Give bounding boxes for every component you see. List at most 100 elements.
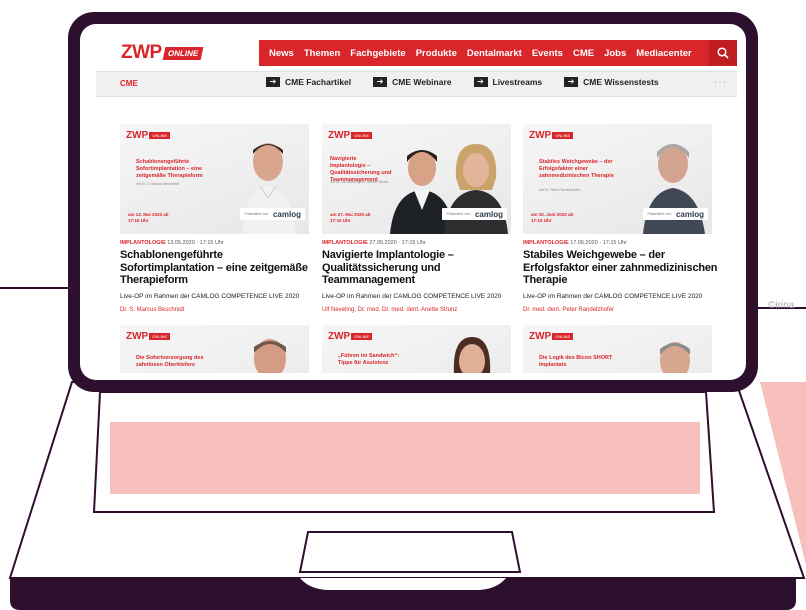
- nav-produkte[interactable]: Produkte: [416, 48, 457, 59]
- card-thumbnail[interactable]: ZWP ONLINE Die Sofortversorgung des zahn…: [120, 325, 309, 373]
- speaker-photo: [453, 337, 491, 373]
- card-category: IMPLANTOLOGIE 17.06.2020 · 17:15 Uhr: [523, 240, 627, 246]
- thumb-logo: ZWP ONLINE: [126, 130, 171, 141]
- card-author[interactable]: Ulf Neveling, Dr. med. Dr. med. dent. An…: [322, 307, 457, 313]
- speaker-photo: [254, 339, 286, 373]
- zwp-logo[interactable]: ZWP ONLINE: [121, 42, 204, 63]
- event-card[interactable]: ZWP ONLINE Die Sofortversorgung des zahn…: [120, 325, 309, 373]
- camlog-logo: camlog: [272, 209, 301, 219]
- card-thumbnail[interactable]: ZWP ONLINE „Führen im Sandwich“: Tipps f…: [322, 325, 511, 373]
- subnav-section-label: CME: [120, 79, 138, 88]
- subnav-cme-fachartikel[interactable]: ➔ CME Fachartikel: [266, 77, 351, 87]
- card-description: Live-OP im Rahmen der CAMLOG COMPETENCE …: [120, 293, 300, 300]
- main-nav: News Themen Fachgebiete Produkte Dentalm…: [259, 40, 737, 66]
- thumb-title: Die Sofortversorgung des zahnlosen Oberk…: [136, 355, 204, 368]
- sponsor-label: Präsentiert von:: [647, 212, 672, 216]
- search-button[interactable]: [709, 40, 737, 66]
- card-description: Live-OP im Rahmen der CAMLOG COMPETENCE …: [322, 293, 502, 300]
- subnav-link-label: CME Wissenstests: [583, 77, 659, 87]
- thumb-date: am 13. Mai 2020 ab 17:15 Uhr: [128, 212, 169, 223]
- card-thumbnail[interactable]: ZWP ONLINE Navigierte Implantologie – Qu…: [322, 124, 511, 234]
- sponsor-badge: Präsentiert von: camlog: [643, 208, 708, 220]
- thumb-subtitle: mit Dr. S. Marcus Beschnidt: [136, 182, 180, 186]
- keyboard-area: [110, 422, 700, 494]
- thumb-logo-badge: ONLINE: [552, 333, 574, 340]
- thumb-logo: ZWP ONLINE: [529, 130, 574, 141]
- base-notch: [300, 578, 506, 590]
- event-card[interactable]: ZWP ONLINE Schablonengeführte Sofortimpl…: [120, 124, 309, 314]
- more-dots-icon[interactable]: ···: [714, 77, 727, 88]
- thumb-title: „Führen im Sandwich“: Tipps für Assisten…: [338, 353, 400, 366]
- nav-mediacenter[interactable]: Mediacenter: [636, 48, 691, 59]
- card-title[interactable]: Stabiles Weichgewebe – der Erfolgsfaktor…: [523, 249, 718, 287]
- card-author[interactable]: Dr. S. Marcus Beschnidt: [120, 307, 184, 313]
- event-card[interactable]: ZWP ONLINE Die Logik des Bicon SHORT Imp…: [523, 325, 712, 373]
- arrow-right-icon: ➔: [564, 77, 579, 87]
- arrow-right-icon: ➔: [266, 77, 280, 87]
- card-title[interactable]: Schablonengeführte Sofortimplantation – …: [120, 249, 315, 287]
- event-card[interactable]: ZWP ONLINE Stabiles Weichgewebe – der Er…: [523, 124, 718, 314]
- thumb-logo-badge: ONLINE: [552, 132, 574, 139]
- thumb-logo-text: ZWP: [529, 130, 552, 141]
- thumb-logo-text: ZWP: [328, 130, 351, 141]
- subnav-links: ➔ CME Fachartikel ➔ CME Webinare ➔ Lives…: [266, 77, 681, 87]
- card-author[interactable]: Dr. med. dent. Peter Randelzhofer: [523, 307, 614, 313]
- thumb-subtitle: mit Dr. Peter Randelzhofer: [539, 188, 581, 192]
- arrow-right-icon: ➔: [473, 77, 488, 87]
- subnav-link-label: CME Fachartikel: [285, 77, 352, 87]
- logo-text: ZWP: [121, 42, 162, 63]
- thumb-logo: ZWP ONLINE: [328, 331, 373, 342]
- subnav-link-label: Livestreams: [492, 77, 543, 87]
- subnav-cme-webinare[interactable]: ➔ CME Webinare: [373, 77, 452, 87]
- category-label: IMPLANTOLOGIE: [120, 240, 166, 246]
- nav-dentalmarkt[interactable]: Dentalmarkt: [467, 48, 522, 59]
- subnav-cme-wissenstests[interactable]: ➔ CME Wissenstests: [564, 77, 659, 87]
- site-header: ZWP ONLINE News Themen Fachgebiete Produ…: [96, 38, 737, 68]
- logo-badge: ONLINE: [162, 46, 204, 60]
- thumb-logo-text: ZWP: [328, 331, 351, 342]
- thumb-title: Die Logik des Bicon SHORT Implantats: [539, 355, 613, 368]
- nav-themen[interactable]: Themen: [304, 48, 340, 59]
- arrow-right-icon: ➔: [373, 77, 388, 87]
- thumb-title: Schablonengeführte Sofortimplantation – …: [136, 159, 203, 179]
- sponsor-badge: Präsentiert von: camlog: [240, 208, 305, 220]
- nav-news[interactable]: News: [269, 48, 294, 59]
- thumb-logo: ZWP ONLINE: [126, 331, 171, 342]
- thumb-logo: ZWP ONLINE: [328, 130, 373, 141]
- card-category: IMPLANTOLOGIE 27.05.2020 · 17:15 Uhr: [322, 240, 426, 246]
- sponsor-label: Präsentiert von:: [446, 212, 471, 216]
- card-datetime: 17.06.2020 · 17:15 Uhr: [570, 240, 627, 246]
- cme-subnav: CME ➔ CME Fachartikel ➔ CME Webinare ➔ L…: [96, 71, 737, 97]
- card-thumbnail[interactable]: ZWP ONLINE Schablonengeführte Sofortimpl…: [120, 124, 309, 234]
- card-category: IMPLANTOLOGIE 13.05.2020 · 17:15 Uhr: [120, 240, 224, 246]
- copyright-watermark: ©irina: [768, 300, 795, 311]
- camlog-logo: camlog: [474, 209, 503, 219]
- card-thumbnail[interactable]: ZWP ONLINE Die Logik des Bicon SHORT Imp…: [523, 325, 712, 373]
- speaker-photo: [660, 342, 690, 373]
- nav-events[interactable]: Events: [532, 48, 563, 59]
- category-label: IMPLANTOLOGIE: [322, 240, 368, 246]
- camlog-logo: camlog: [675, 209, 704, 219]
- thumb-logo-text: ZWP: [529, 331, 552, 342]
- thumb-logo: ZWP ONLINE: [529, 331, 574, 342]
- thumb-logo-badge: ONLINE: [351, 333, 373, 340]
- thumb-date: am 27. Mai 2020 ab 17:15 Uhr: [330, 212, 371, 223]
- nav-jobs[interactable]: Jobs: [604, 48, 626, 59]
- card-thumbnail[interactable]: ZWP ONLINE Stabiles Weichgewebe – der Er…: [523, 124, 712, 234]
- event-card[interactable]: ZWP ONLINE Navigierte Implantologie – Qu…: [322, 124, 511, 314]
- thumb-date: am 10. Juni 2020 ab 17:15 Uhr: [531, 212, 574, 223]
- thumb-logo-badge: ONLINE: [351, 132, 373, 139]
- nav-fachgebiete[interactable]: Fachgebiete: [350, 48, 405, 59]
- subnav-link-label: CME Webinare: [392, 77, 452, 87]
- thumb-logo-text: ZWP: [126, 331, 149, 342]
- subnav-livestreams[interactable]: ➔ Livestreams: [473, 77, 543, 87]
- event-card[interactable]: ZWP ONLINE „Führen im Sandwich“: Tipps f…: [322, 325, 511, 373]
- thumb-logo-badge: ONLINE: [149, 333, 171, 340]
- nav-cme[interactable]: CME: [573, 48, 594, 59]
- thumb-logo-text: ZWP: [126, 130, 149, 141]
- sponsor-badge: Präsentiert von: camlog: [442, 208, 507, 220]
- browser-screen: ZWP ONLINE News Themen Fachgebiete Produ…: [96, 38, 737, 373]
- card-title[interactable]: Navigierte Implantologie – Qualitätssich…: [322, 249, 517, 287]
- thumb-title: Stabiles Weichgewebe – der Erfolgsfaktor…: [539, 159, 614, 179]
- card-datetime: 13.05.2020 · 17:15 Uhr: [167, 240, 224, 246]
